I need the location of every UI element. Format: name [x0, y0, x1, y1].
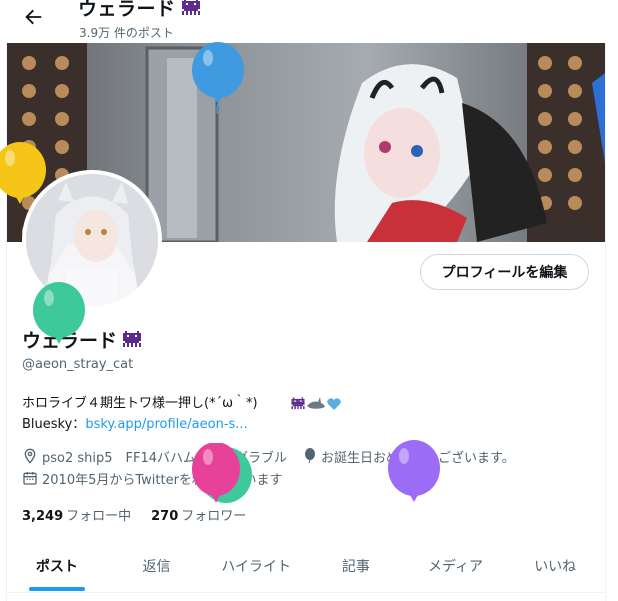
user-handle: @aeon_stray_cat [22, 357, 134, 372]
bio-text: ホロライブ４期生トワ様一押し(*´ω｀*) [22, 396, 258, 411]
tab-likes-label: いいね [534, 559, 577, 575]
header-title-row: ウェラード [78, 0, 202, 21]
active-tab-indicator [28, 587, 85, 591]
balloon-icon [192, 42, 244, 114]
tab-highlights[interactable]: ハイライト [206, 540, 306, 592]
profile-meta: pso2 ship5 FF14バハムート グラブル お誕生日おめでとうございます… [22, 445, 531, 489]
profile-tabs: ポスト 返信 ハイライト 記事 メディア いいね [7, 540, 605, 593]
scrollbar[interactable] [606, 0, 618, 601]
profile-header: ウェラード 3.9万 件のポスト [0, 0, 618, 42]
tab-media[interactable]: メディア [406, 540, 506, 592]
tab-articles-label: 記事 [341, 559, 370, 575]
following-label: フォロー中 [66, 509, 132, 524]
bluesky-link[interactable]: bsky.app/profile/aeon-s... [85, 414, 247, 435]
tab-highlights-label: ハイライト [221, 559, 292, 575]
balloon-icon [192, 443, 252, 503]
bio-line-1: ホロライブ４期生トワ様一押し(*´ω｀*) [22, 393, 582, 414]
following-count: 3,249 [22, 509, 64, 524]
pixel-invader-icon [181, 0, 200, 15]
post-count: 3.9万 件のポスト [79, 26, 174, 40]
bio-bluesky-label: Bluesky： [22, 417, 86, 432]
bio-line-2: Bluesky： bsky.app/profile/aeon-s... [22, 414, 582, 435]
heart-icon [326, 397, 341, 410]
tab-posts-label: ポスト [35, 559, 78, 575]
followers-count: 270 [151, 509, 179, 524]
following-link[interactable]: 3,249 フォロー中 [22, 505, 131, 524]
tab-replies-label: 返信 [142, 559, 171, 575]
header-title: ウェラード [78, 0, 176, 20]
balloon-icon [0, 142, 46, 204]
tab-media-label: メディア [428, 559, 484, 575]
edit-profile-button[interactable]: プロフィールを編集 [420, 254, 589, 290]
pixel-invader-icon [123, 330, 142, 347]
pixel-invader-icon [290, 396, 305, 409]
profile-bio: ホロライブ４期生トワ様一押し(*´ω｀*) Bluesky： bsky.app/… [22, 393, 582, 435]
shark-icon [306, 396, 325, 409]
tab-replies[interactable]: 返信 [107, 540, 207, 592]
birthday-balloon-icon [305, 448, 316, 464]
location-icon [24, 448, 36, 464]
balloon-icon [388, 440, 440, 502]
balloon-icon [33, 282, 85, 344]
tab-posts[interactable]: ポスト [7, 540, 107, 592]
tab-articles[interactable]: 記事 [306, 540, 406, 592]
calendar-icon [23, 472, 37, 485]
back-arrow-icon[interactable] [22, 6, 44, 28]
tab-likes[interactable]: いいね [505, 540, 605, 592]
